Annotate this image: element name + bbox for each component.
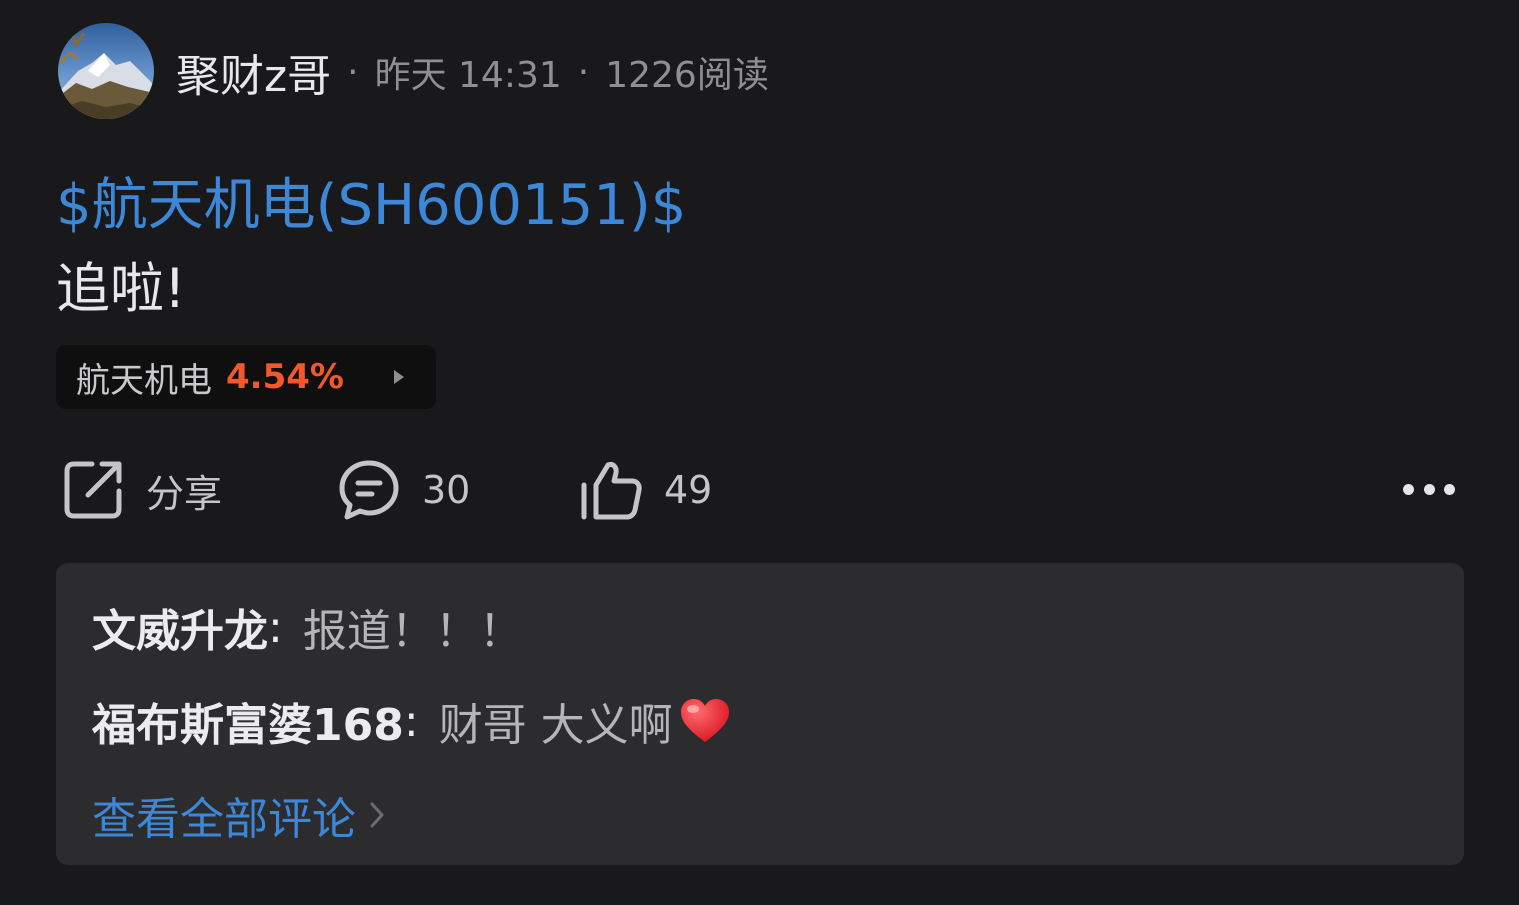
author-avatar[interactable] xyxy=(58,23,154,119)
stock-name: 航天机电 xyxy=(76,360,212,401)
view-all-label: 查看全部评论 xyxy=(92,794,356,845)
comments-preview: 文威升龙 : 报道！！！ 福布斯富婆168 : 财哥 大义啊 查看全部评论 xyxy=(56,563,1464,865)
share-button[interactable]: 分享 xyxy=(62,458,222,522)
share-icon xyxy=(64,461,122,519)
comment-item[interactable]: 福布斯富婆168 : 财哥 大义啊 xyxy=(92,689,731,753)
like-count: 49 xyxy=(664,468,713,512)
comment-user[interactable]: 福布斯富婆168 xyxy=(92,689,404,753)
chevron-right-icon xyxy=(370,802,384,828)
comment-count: 30 xyxy=(422,468,471,512)
comment-button[interactable]: 30 xyxy=(338,458,470,522)
post-header: 聚财z哥 · 昨天 14:31 · 1226阅读 xyxy=(176,44,769,102)
comment-colon: : xyxy=(268,601,283,653)
comment-item[interactable]: 文威升龙 : 报道！！！ xyxy=(92,595,523,659)
comment-colon: : xyxy=(403,695,419,747)
view-all-comments-link[interactable]: 查看全部评论 xyxy=(92,783,384,847)
author-name[interactable]: 聚财z哥 xyxy=(176,40,331,104)
comment-text: 报道！！！ xyxy=(302,606,523,657)
like-button[interactable]: 49 xyxy=(580,458,712,522)
stock-change: 4.54% xyxy=(226,357,344,397)
comment-bubble-icon xyxy=(339,460,399,520)
post-time: 昨天 14:31 xyxy=(374,55,562,96)
share-label: 分享 xyxy=(146,471,223,516)
separator-dot: · xyxy=(347,51,359,93)
separator-dot: · xyxy=(577,51,590,93)
more-options-icon[interactable] xyxy=(1403,484,1455,496)
play-arrow-icon xyxy=(394,370,404,384)
avatar-image xyxy=(58,23,154,119)
stock-tag-link[interactable]: $航天机电(SH600151)$ xyxy=(56,160,686,241)
stock-quote-chip[interactable]: 航天机电 4.54% xyxy=(56,345,436,409)
thumbs-up-icon xyxy=(581,462,642,520)
comment-user[interactable]: 文威升龙 xyxy=(92,595,268,659)
comment-text: 财哥 大义啊 xyxy=(438,700,673,751)
heart-emoji-icon xyxy=(680,699,729,742)
post-content: 追啦! xyxy=(56,257,186,320)
read-count: 1226阅读 xyxy=(605,55,769,96)
